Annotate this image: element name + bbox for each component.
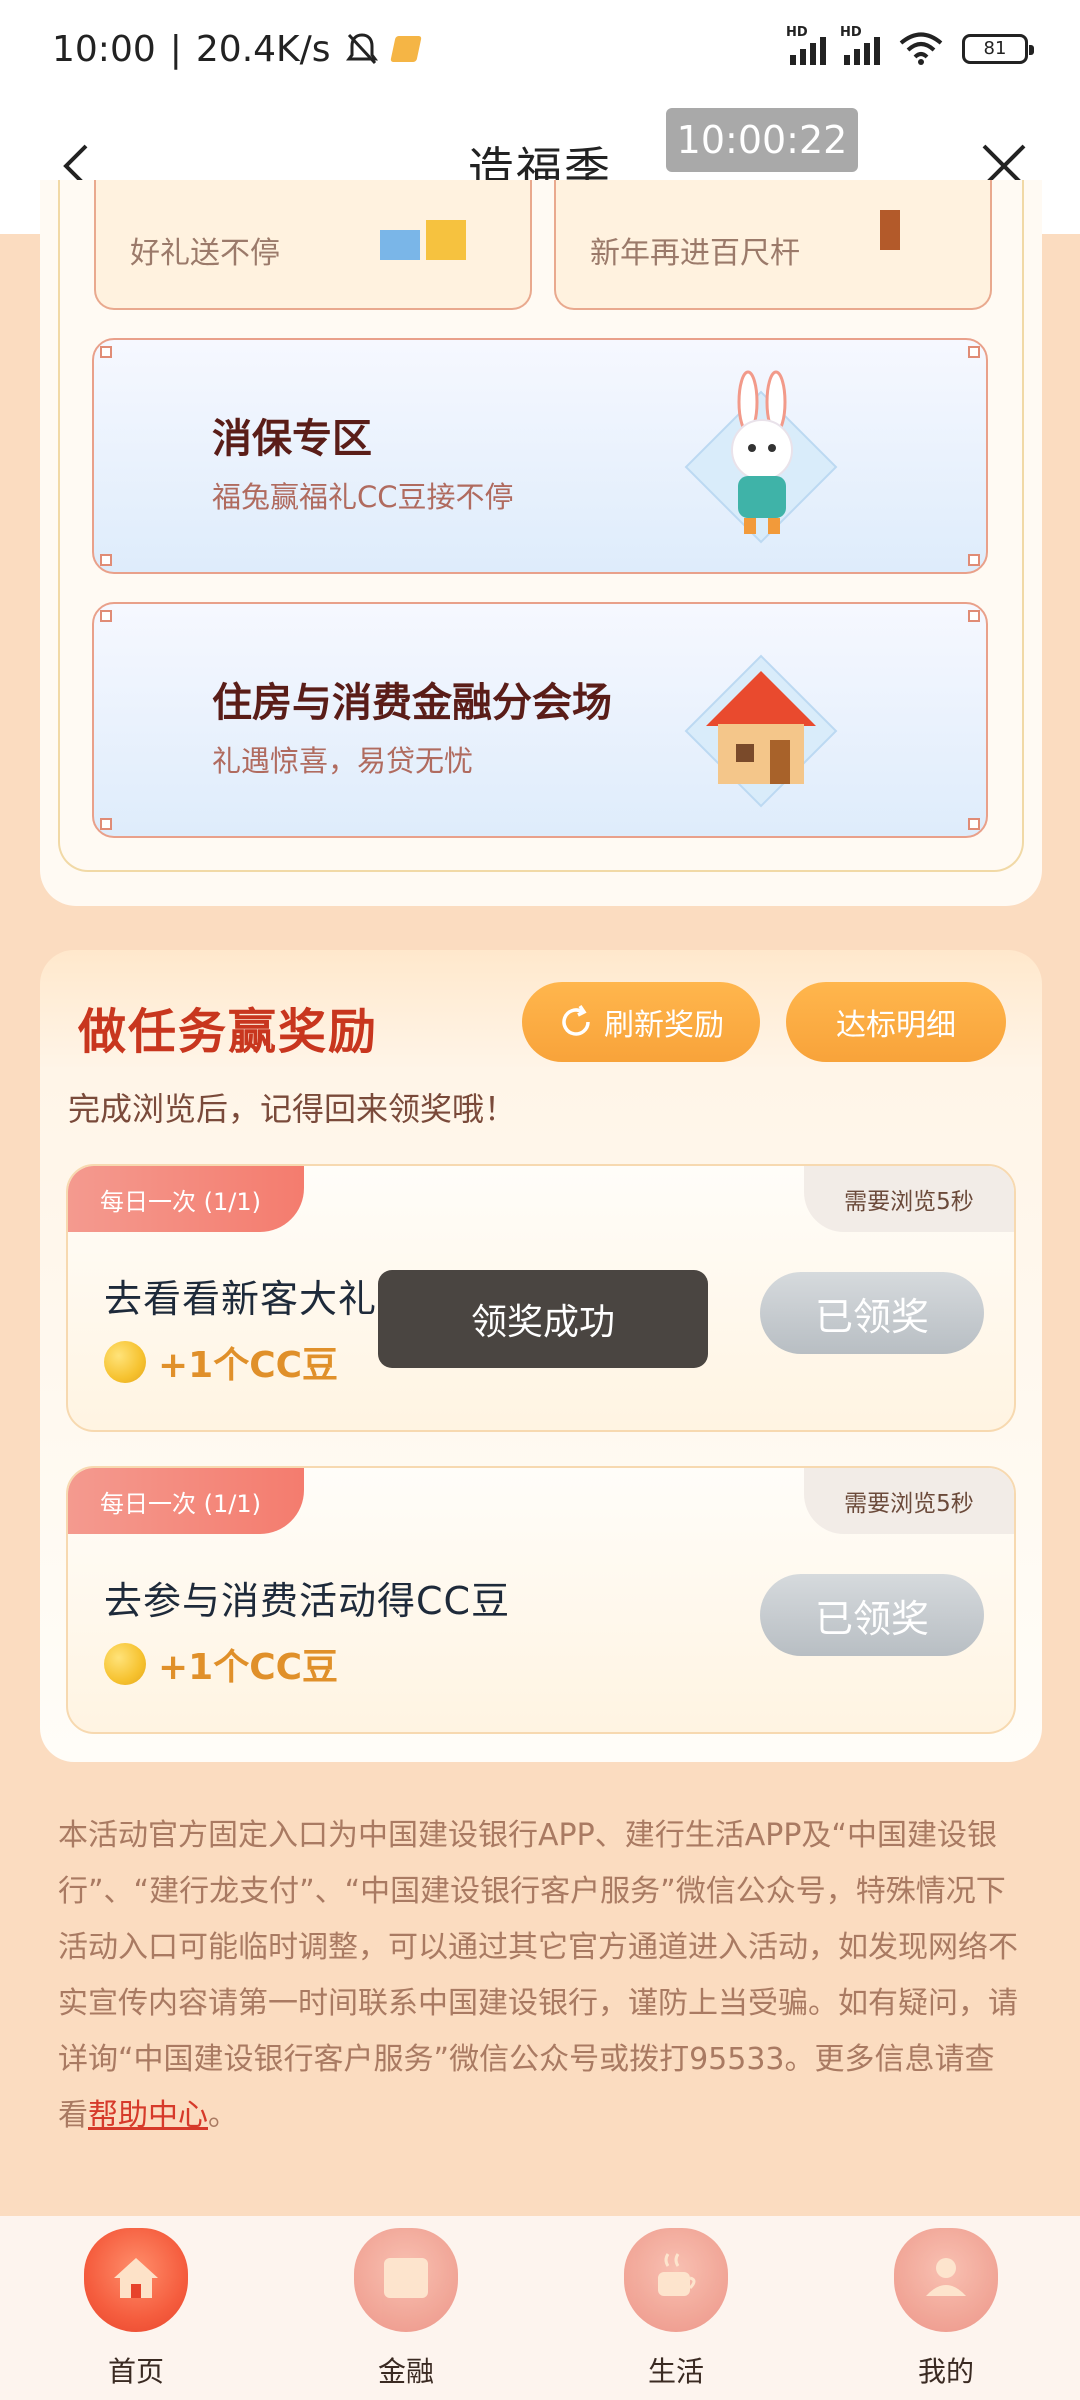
zone-housing-finance[interactable]: 住房与消费金融分会场 礼遇惊喜，易贷无忧: [92, 602, 988, 838]
status-net-speed: 20.4K/s: [195, 28, 331, 70]
browse-duration-tag: 需要浏览5秒: [804, 1166, 1014, 1232]
standard-details-button[interactable]: 达标明细: [786, 982, 1006, 1062]
tab-home[interactable]: 首页: [56, 2228, 216, 2398]
rabbit-mascot-icon: [684, 370, 838, 544]
bell-muted-icon: [345, 33, 378, 65]
browse-duration-tag: 需要浏览5秒: [804, 1468, 1014, 1534]
status-time: 10:00: [52, 28, 156, 70]
status-divider: |: [169, 28, 182, 70]
refresh-icon: [562, 1005, 590, 1036]
zone-title: 消保专区: [212, 416, 372, 462]
profile-icon: [894, 2228, 998, 2332]
home-icon: [84, 2228, 188, 2332]
house-icon: [684, 654, 838, 808]
zone-title: 住房与消费金融分会场: [212, 680, 612, 726]
frequency-badge: 每日一次 (1/1): [68, 1166, 304, 1232]
task-name: 去看看新客大礼包: [104, 1277, 417, 1321]
hd-label-2: HD: [840, 25, 862, 40]
task-reward: +1个CC豆: [104, 1336, 338, 1388]
tab-label: 生活: [647, 2355, 704, 2388]
signal-icon: HD: [786, 25, 826, 65]
bottom-tab-bar: 首页 金融 生活 我的: [0, 2216, 1080, 2400]
disclaimer-body: 本活动官方固定入口为中国建设银行APP、建行生活APP及“中国建设银行”、“建行…: [58, 1818, 1018, 2133]
task-reward-label: +1个CC豆: [158, 1345, 339, 1386]
corner-decoration: [100, 554, 112, 566]
tab-mine[interactable]: 我的: [866, 2228, 1026, 2398]
signal-icon-2: HD: [840, 25, 880, 65]
task-section-title: 做任务赢奖励: [78, 1004, 379, 1060]
disclaimer-text: 本活动官方固定入口为中国建设银行APP、建行生活APP及“中国建设银行”、“建行…: [58, 1808, 1024, 2144]
task-hint: 完成浏览后，记得回来领奖哦！: [68, 1090, 517, 1128]
figure-icon: [880, 210, 900, 250]
status-right: HD HD 81: [786, 25, 1034, 66]
status-bar: 10:00 | 20.4K/s HD HD 81: [0, 0, 1080, 98]
coffee-cup-icon: [624, 2228, 728, 2332]
corner-decoration: [968, 610, 980, 622]
frequency-badge: 每日一次 (1/1): [68, 1468, 304, 1534]
zone-subtitle: 礼遇惊喜，易贷无忧: [212, 744, 474, 778]
battery-icon: 81: [962, 34, 1034, 64]
refresh-rewards-button[interactable]: 刷新奖励: [522, 982, 760, 1062]
zone-consumer-protection[interactable]: 消保专区 福兔赢福礼CC豆接不停: [92, 338, 988, 574]
time-overlay: 10:00:22: [666, 108, 858, 172]
tile-gifts-label: 好礼送不停: [130, 236, 280, 271]
corner-decoration: [100, 610, 112, 622]
wallet-icon: [354, 2228, 458, 2332]
status-left: 10:00 | 20.4K/s: [52, 28, 422, 70]
notification-icon: [389, 36, 422, 62]
cc-bean-icon: [104, 1341, 146, 1383]
corner-decoration: [100, 818, 112, 830]
claimed-button[interactable]: 已领奖: [760, 1272, 984, 1354]
activity-card: 好礼送不停 新年再进百尺杆 消保专区 福兔赢福礼CC豆接不停 住房与消费金融分会…: [40, 180, 1042, 906]
toast-message: 领奖成功: [378, 1270, 708, 1368]
task-name: 去参与消费活动得CC豆: [104, 1579, 511, 1623]
claimed-button[interactable]: 已领奖: [760, 1574, 984, 1656]
gift-boxes-icon: [380, 220, 466, 260]
tab-label: 我的: [917, 2355, 974, 2388]
tile-gifts[interactable]: 好礼送不停: [94, 180, 532, 310]
standard-details-label: 达标明细: [836, 1008, 956, 1043]
tab-life[interactable]: 生活: [596, 2228, 756, 2398]
tab-label: 首页: [107, 2355, 164, 2388]
refresh-rewards-label: 刷新奖励: [604, 1008, 724, 1043]
tab-finance[interactable]: 金融: [326, 2228, 486, 2398]
task-reward: +1个CC豆: [104, 1638, 338, 1690]
cc-bean-icon: [104, 1643, 146, 1685]
zone-subtitle: 福兔赢福礼CC豆接不停: [212, 480, 514, 514]
tile-new-year-label: 新年再进百尺杆: [590, 236, 800, 271]
help-center-link[interactable]: 帮助中心: [88, 2098, 208, 2133]
corner-decoration: [968, 818, 980, 830]
task-item: 每日一次 (1/1) 需要浏览5秒 去参与消费活动得CC豆 +1个CC豆 已领奖: [66, 1466, 1016, 1734]
tile-new-year[interactable]: 新年再进百尺杆: [554, 180, 992, 310]
wifi-icon: [899, 32, 943, 65]
corner-decoration: [968, 554, 980, 566]
corner-decoration: [100, 346, 112, 358]
corner-decoration: [968, 346, 980, 358]
disclaimer-end: 。: [208, 2098, 238, 2133]
task-reward-label: +1个CC豆: [158, 1647, 339, 1688]
tab-label: 金融: [377, 2355, 434, 2388]
hd-label: HD: [786, 25, 808, 40]
